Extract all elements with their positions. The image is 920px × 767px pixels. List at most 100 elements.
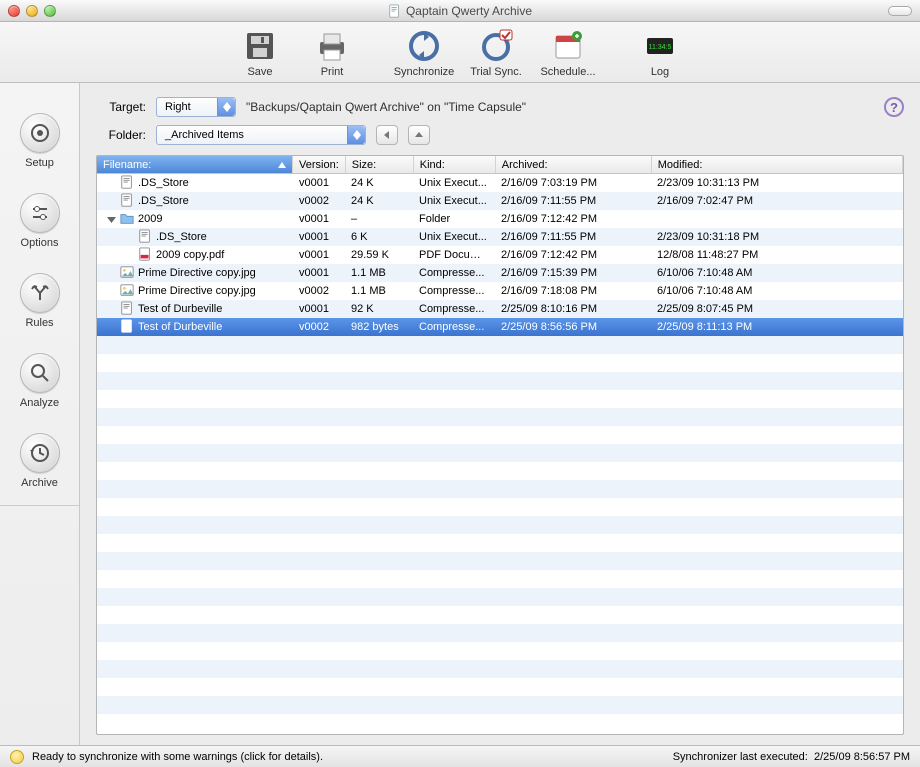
main-panel: Target: Right "Backups/Qaptain Qwert Arc… [80,83,920,745]
log-button[interactable]: 11:34:5 Log [628,28,692,78]
file-name: .DS_Store [156,231,207,243]
help-button[interactable]: ? [884,97,904,117]
select-arrows-icon [347,126,365,144]
printer-icon [314,28,350,64]
save-button[interactable]: Save [228,28,292,78]
table-row [97,426,903,444]
sidebar-spacer [0,505,79,737]
last-exec-value: 2/25/09 8:56:57 PM [814,751,910,763]
cell-size: 29.59 K [345,249,413,261]
warning-icon [10,750,24,764]
cell-version: v0001 [293,249,345,261]
target-select[interactable]: Right [156,97,236,117]
calendar-icon [550,28,586,64]
close-window-button[interactable] [8,5,20,17]
nav-up-button[interactable] [408,125,430,145]
synchronize-button[interactable]: Synchronize [392,28,456,78]
table-row [97,390,903,408]
file-name: 2009 [138,213,162,225]
target-path: "Backups/Qaptain Qwert Archive" on "Time… [246,100,526,114]
zoom-window-button[interactable] [44,5,56,17]
table-row [97,516,903,534]
cell-modified: 6/10/06 7:10:48 AM [651,267,903,279]
select-arrows-icon [217,98,235,116]
file-table: Filename: Version: Size: Kind: Archived:… [96,155,904,735]
table-row [97,354,903,372]
file-name: .DS_Store [138,195,189,207]
cell-kind: Compresse... [413,285,495,297]
cell-kind: Unix Execut... [413,231,495,243]
table-row[interactable]: .DS_Storev000224 KUnix Execut...2/16/09 … [97,192,903,210]
cell-kind: Folder [413,213,495,225]
cell-kind: PDF Document [413,249,495,261]
folder-select[interactable]: _Archived Items [156,125,366,145]
cell-size: – [345,213,413,225]
cell-modified: 2/23/09 10:31:13 PM [651,177,903,189]
status-message[interactable]: Ready to synchronize with some warnings … [32,751,323,763]
column-modified[interactable]: Modified: [652,156,903,173]
table-row [97,678,903,696]
cell-size: 6 K [345,231,413,243]
column-archived[interactable]: Archived: [496,156,652,173]
cell-modified: 2/23/09 10:31:18 PM [651,231,903,243]
table-row[interactable]: Test of Durbevillev000192 KCompresse...2… [97,300,903,318]
cell-version: v0002 [293,285,345,297]
cell-version: v0001 [293,213,345,225]
cell-version: v0001 [293,303,345,315]
document-icon [388,4,402,18]
column-size[interactable]: Size: [346,156,414,173]
table-row[interactable]: 2009 copy.pdfv000129.59 KPDF Document2/1… [97,246,903,264]
sidebar-item-analyze[interactable]: Analyze [0,343,79,423]
folder-label: Folder: [96,128,146,142]
table-header: Filename: Version: Size: Kind: Archived:… [97,156,903,174]
column-filename[interactable]: Filename: [97,156,293,173]
nav-back-button[interactable] [376,125,398,145]
sidebar-item-rules[interactable]: Rules [0,263,79,343]
minimize-window-button[interactable] [26,5,38,17]
cell-modified: 6/10/06 7:10:48 AM [651,285,903,297]
table-row [97,534,903,552]
file-icon [120,193,134,210]
file-icon [120,283,134,300]
file-icon [138,229,152,246]
table-row[interactable]: Prime Directive copy.jpgv00011.1 MBCompr… [97,264,903,282]
table-row [97,642,903,660]
cell-version: v0002 [293,321,345,333]
table-row [97,696,903,714]
table-body[interactable]: .DS_Storev000124 KUnix Execut...2/16/09 … [97,174,903,734]
branch-icon [29,282,51,304]
cell-size: 92 K [345,303,413,315]
toolbar-toggle-button[interactable] [888,6,912,16]
table-row [97,336,903,354]
file-name: Prime Directive copy.jpg [138,267,256,279]
file-name: 2009 copy.pdf [156,249,224,261]
table-row [97,624,903,642]
cell-kind: Unix Execut... [413,177,495,189]
floppy-disk-icon [242,28,278,64]
column-version[interactable]: Version: [293,156,346,173]
table-row[interactable]: .DS_Storev00016 KUnix Execut...2/16/09 7… [97,228,903,246]
column-kind[interactable]: Kind: [414,156,496,173]
table-row[interactable]: Prime Directive copy.jpgv00021.1 MBCompr… [97,282,903,300]
table-row [97,552,903,570]
file-icon [138,247,152,264]
disclosure-icon[interactable] [107,215,116,224]
sidebar-item-setup[interactable]: Setup [0,103,79,183]
clock-back-icon [29,442,51,464]
table-row[interactable]: .DS_Storev000124 KUnix Execut...2/16/09 … [97,174,903,192]
cell-size: 1.1 MB [345,267,413,279]
cell-modified: 12/8/08 11:48:27 PM [651,249,903,261]
table-row[interactable]: Test of Durbevillev0002982 bytesCompress… [97,318,903,336]
cell-archived: 2/16/09 7:11:55 PM [495,231,651,243]
file-icon [120,319,134,336]
cell-modified: 2/25/09 8:11:13 PM [651,321,903,333]
table-row[interactable]: 2009v0001–Folder2/16/09 7:12:42 PM [97,210,903,228]
sidebar-item-options[interactable]: Options [0,183,79,263]
schedule-button[interactable]: Schedule... [536,28,600,78]
sidebar-item-archive[interactable]: Archive [0,423,79,503]
print-button[interactable]: Print [300,28,364,78]
trial-sync-button[interactable]: Trial Sync. [464,28,528,78]
status-bar: Ready to synchronize with some warnings … [0,745,920,767]
window-title: Qaptain Qwerty Archive [406,4,532,18]
magnifier-icon [29,362,51,384]
